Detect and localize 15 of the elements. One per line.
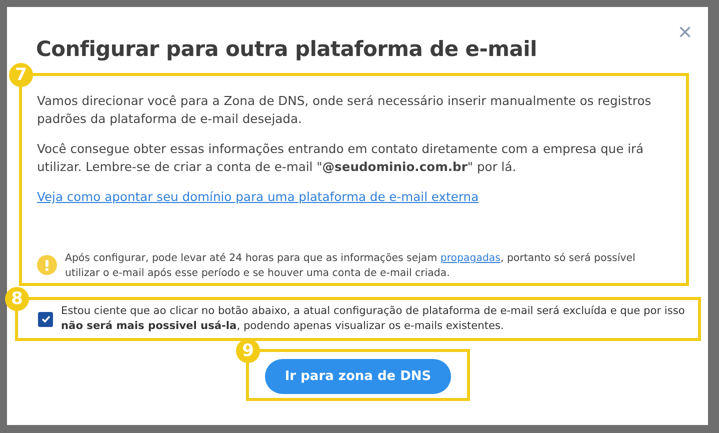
help-link[interactable]: Veja como apontar seu domínio para uma plataforma de e-mail externa — [37, 190, 479, 204]
notice-text: Após configurar, pode levar até 24 horas para que as informações sejam propagadas, portanto só será possível utilizar o e-mail após esse período e se houver uma conta de e-mail criada. — [65, 252, 636, 281]
step-badge: 9 — [236, 339, 260, 363]
consent-text: Estou ciente que ao clicar no botão abaixo, a atual configuração de plataforma de e-mail será excluída e que por isso não será mais possivel usá-la, podendo apenas visualizar os e-mails existentes. — [61, 304, 686, 334]
step-badge: 7 — [9, 63, 33, 87]
warning-icon — [37, 255, 57, 275]
propagation-link[interactable]: propagadas — [440, 253, 500, 264]
consent-checkbox[interactable] — [38, 312, 53, 326]
paragraph: Você consegue obter essas informações entrando em contato diretamente com a empresa que irá utilizar. Lembre-se de criar a conta de e-mail "@seudominio.com.br" por lá. — [37, 141, 645, 176]
dialog-title: Configurar para outra plataforma de e-mail — [36, 37, 538, 61]
dns-zone-button[interactable]: Ir para zona de DNS — [264, 359, 452, 394]
step-badge: 8 — [5, 287, 29, 311]
check-icon — [40, 314, 50, 324]
paragraph: Vamos direcionar você para a Zona de DNS, onde será necessário inserir manualmente os registros padrões da plataforma de e-mail desejada. — [37, 93, 652, 128]
close-button[interactable]: × — [678, 21, 692, 45]
